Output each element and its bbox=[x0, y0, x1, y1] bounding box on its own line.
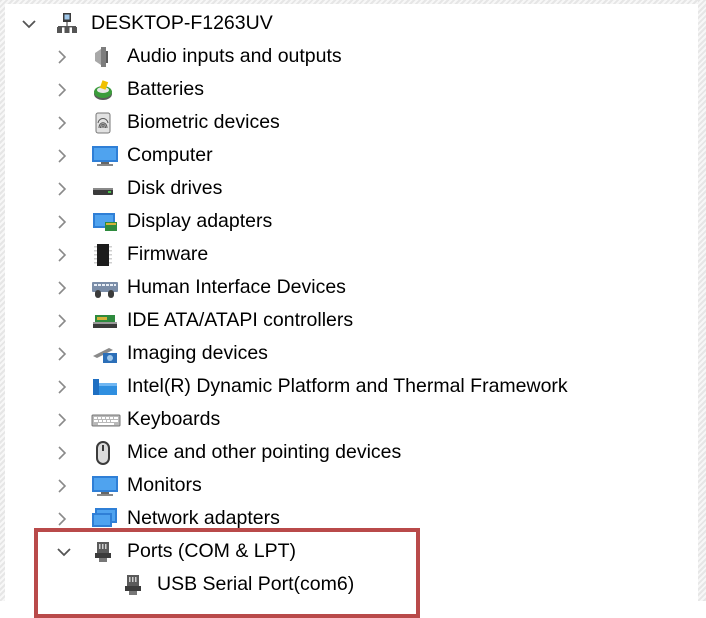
right-edge bbox=[698, 0, 706, 601]
tree-item-usb-serial-port[interactable]: USB Serial Port(com6) bbox=[0, 568, 690, 601]
tree-item-computer[interactable]: Computer bbox=[0, 139, 690, 172]
chevron-right-icon[interactable] bbox=[57, 304, 67, 337]
monitor-icon bbox=[91, 469, 119, 502]
tree-item-biometric[interactable]: Biometric devices bbox=[0, 106, 690, 139]
display-adapter-icon bbox=[91, 205, 119, 238]
tree-root-label: DESKTOP-F1263UV bbox=[91, 12, 273, 34]
fingerprint-icon bbox=[91, 106, 115, 139]
keyboard-icon bbox=[91, 403, 121, 436]
tree-item-label: Batteries bbox=[127, 78, 204, 100]
speaker-icon bbox=[91, 40, 115, 73]
chevron-right-icon[interactable] bbox=[57, 502, 67, 535]
tree-item-label: Human Interface Devices bbox=[127, 276, 346, 298]
camera-icon bbox=[91, 337, 119, 370]
tree-item-label: Biometric devices bbox=[127, 111, 280, 133]
chevron-right-icon[interactable] bbox=[57, 238, 67, 271]
chevron-down-icon[interactable] bbox=[22, 7, 36, 40]
disk-drive-icon bbox=[91, 172, 115, 205]
tree-item-monitors[interactable]: Monitors bbox=[0, 469, 690, 502]
tree-item-imaging[interactable]: Imaging devices bbox=[0, 337, 690, 370]
tree-item-label: IDE ATA/ATAPI controllers bbox=[127, 309, 354, 331]
chevron-right-icon[interactable] bbox=[57, 172, 67, 205]
tree-item-label: Intel(R) Dynamic Platform and Thermal Fr… bbox=[127, 375, 568, 397]
tree-item-label: Keyboards bbox=[127, 408, 221, 430]
hid-icon bbox=[91, 271, 119, 304]
top-edge bbox=[0, 0, 706, 4]
mouse-icon bbox=[91, 436, 115, 469]
tree-item-display-adapters[interactable]: Display adapters bbox=[0, 205, 690, 238]
tree-item-label: Firmware bbox=[127, 243, 209, 265]
tree-item-keyboards[interactable]: Keyboards bbox=[0, 403, 690, 436]
tree-item-label: Network adapters bbox=[127, 507, 280, 529]
tree-item-ide-controllers[interactable]: IDE ATA/ATAPI controllers bbox=[0, 304, 690, 337]
tree-item-label: Imaging devices bbox=[127, 342, 268, 364]
port-icon bbox=[91, 535, 115, 568]
tree-item-intel-dptf[interactable]: Intel(R) Dynamic Platform and Thermal Fr… bbox=[0, 370, 690, 403]
tree-root[interactable]: DESKTOP-F1263UV bbox=[0, 7, 690, 40]
tree-item-label: Monitors bbox=[127, 474, 202, 496]
chevron-right-icon[interactable] bbox=[57, 337, 67, 370]
tree-item-hid[interactable]: Human Interface Devices bbox=[0, 271, 690, 304]
tree-item-firmware[interactable]: Firmware bbox=[0, 238, 690, 271]
chevron-right-icon[interactable] bbox=[57, 205, 67, 238]
tree-item-label: Audio inputs and outputs bbox=[127, 45, 342, 67]
chevron-right-icon[interactable] bbox=[57, 73, 67, 106]
chevron-down-icon[interactable] bbox=[57, 535, 71, 568]
chevron-right-icon[interactable] bbox=[57, 40, 67, 73]
chip-icon bbox=[91, 238, 115, 271]
device-manager-tree-view: DESKTOP-F1263UV Audio inputs and outputs bbox=[0, 0, 706, 618]
tree-item-label: Ports (COM & LPT) bbox=[127, 540, 297, 562]
battery-icon bbox=[91, 73, 115, 106]
tree-item-network-adapters[interactable]: Network adapters bbox=[0, 502, 690, 535]
tree-item-label: Disk drives bbox=[127, 177, 223, 199]
chevron-right-icon[interactable] bbox=[57, 139, 67, 172]
tree-item-label: Mice and other pointing devices bbox=[127, 441, 402, 463]
chevron-right-icon[interactable] bbox=[57, 271, 67, 304]
computer-network-icon bbox=[55, 7, 79, 40]
network-adapter-icon bbox=[91, 502, 119, 535]
tree-item-audio[interactable]: Audio inputs and outputs bbox=[0, 40, 690, 73]
chevron-right-icon[interactable] bbox=[57, 106, 67, 139]
tree-item-label: USB Serial Port(com6) bbox=[157, 573, 355, 595]
chevron-right-icon[interactable] bbox=[57, 370, 67, 403]
tree-item-label: Display adapters bbox=[127, 210, 273, 232]
ide-controller-icon bbox=[91, 304, 119, 337]
tree-item-ports[interactable]: Ports (COM & LPT) bbox=[0, 535, 690, 568]
chevron-right-icon[interactable] bbox=[57, 403, 67, 436]
monitor-icon bbox=[91, 139, 119, 172]
folder-icon bbox=[91, 370, 119, 403]
tree-item-disk-drives[interactable]: Disk drives bbox=[0, 172, 690, 205]
chevron-right-icon[interactable] bbox=[57, 469, 67, 502]
tree-item-mice[interactable]: Mice and other pointing devices bbox=[0, 436, 690, 469]
device-tree: DESKTOP-F1263UV Audio inputs and outputs bbox=[0, 7, 690, 601]
tree-item-batteries[interactable]: Batteries bbox=[0, 73, 690, 106]
chevron-right-icon[interactable] bbox=[57, 436, 67, 469]
port-icon bbox=[121, 568, 145, 601]
tree-item-label: Computer bbox=[127, 144, 213, 166]
